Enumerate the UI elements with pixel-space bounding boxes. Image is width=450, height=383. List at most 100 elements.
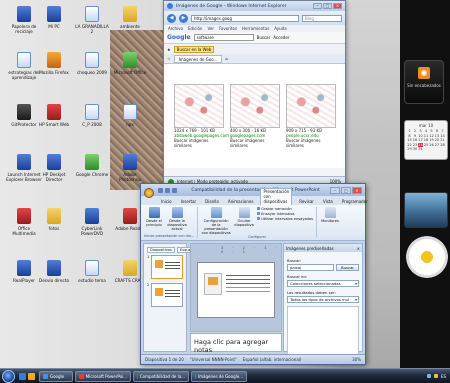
minimize-button[interactable]: – [313, 3, 322, 9]
office-button[interactable] [144, 187, 154, 198]
language[interactable]: Español (alfab. internacional) [243, 357, 302, 362]
desktop-icon[interactable]: Mi PC [36, 6, 72, 29]
flower-gadget[interactable] [406, 236, 448, 278]
google-search-input[interactable]: software [193, 34, 254, 41]
pane-close-icon[interactable]: × [357, 246, 360, 251]
ribbon-tab[interactable]: Animaciones [226, 199, 256, 205]
clipart-search-input[interactable]: paisaj [287, 264, 335, 271]
calendar-day[interactable]: 4 [424, 129, 429, 133]
results-type-select[interactable]: Todos los tipos de archivos mul [287, 296, 359, 303]
desktop-icon[interactable]: fotos [36, 208, 72, 231]
google-signin-button[interactable]: Acceder [273, 35, 289, 40]
image-thumbnail[interactable] [286, 84, 336, 128]
desktop-icon[interactable]: Microsoft Office [112, 52, 148, 75]
save-icon[interactable] [158, 187, 163, 193]
ppt-maximize-button[interactable]: □ [341, 186, 351, 194]
image-thumbnail[interactable] [174, 84, 224, 128]
menu-ayuda[interactable]: Ayuda [274, 25, 286, 32]
network-icon[interactable] [426, 374, 431, 378]
calendar-day[interactable]: 3 [418, 129, 423, 133]
calendar-day[interactable]: 28 [440, 143, 445, 147]
tab-slides[interactable]: Diapositivas [147, 247, 175, 253]
desktop-icon[interactable]: Adobe Photoshop [112, 154, 148, 182]
search-web-button[interactable]: Buscar en la Web [173, 45, 215, 53]
menu-favoritos[interactable]: Favoritos [219, 25, 237, 32]
ie-quicklaunch-icon[interactable] [28, 372, 35, 380]
search-box[interactable]: Bing [302, 14, 342, 22]
calendar-day[interactable]: 29 [407, 147, 412, 151]
calendar-day[interactable]: 22 [407, 143, 412, 147]
ribbon-tab[interactable]: Vista [321, 199, 335, 205]
calendar-day[interactable]: 30 [413, 147, 418, 151]
slide-image[interactable] [204, 272, 222, 295]
star-icon[interactable]: ★ [167, 47, 171, 52]
ribbon-tab[interactable]: Diseño [203, 199, 221, 205]
calendar-day[interactable]: 16 [413, 138, 418, 142]
menu-edicion[interactable]: Edición [188, 25, 202, 32]
menu-herramientas[interactable]: Herramientas [242, 25, 269, 32]
image-thumbnail[interactable] [230, 84, 280, 128]
hide-slide-button[interactable]: Ocultar diapositiva [234, 207, 254, 227]
ppt-titlebar[interactable]: Compatibilidad de la presentación - Micr… [141, 184, 365, 198]
calendar-day[interactable]: 23 [413, 143, 418, 147]
desktop-icon[interactable]: estudio tema [74, 260, 110, 283]
volume-icon[interactable] [433, 374, 438, 378]
powerpoint-window[interactable]: Compatibilidad de la presentación - Micr… [140, 183, 368, 365]
ppt-zoom[interactable]: 30% [352, 357, 361, 362]
use-timings-checkbox[interactable]: Utilizar intervalos ensayados [257, 217, 313, 221]
from-beginning-button[interactable]: Desde el principio [144, 207, 164, 227]
calendar-day[interactable]: 20 [435, 138, 440, 142]
ie-window[interactable]: Imágenes de Google - Windows Internet Ex… [163, 0, 346, 187]
google-search-button[interactable]: Buscar [257, 35, 271, 40]
calendar-day[interactable]: 25 [424, 143, 429, 147]
menu-archivo[interactable]: Archivo [168, 25, 183, 32]
record-narration-button[interactable]: Grabar narración [257, 207, 313, 211]
desktop-icon[interactable]: CyberLink PowerDVD [74, 208, 110, 236]
undo-icon[interactable] [165, 187, 170, 193]
taskbar-button[interactable]: Microsoft PowerPoi... [75, 370, 131, 382]
notes-area[interactable]: Haga clic para agregar notas [190, 333, 282, 354]
taskbar-button[interactable]: Google [39, 370, 73, 382]
calendar-day[interactable]: 6 [435, 129, 440, 133]
calendar-day[interactable]: 19 [429, 138, 434, 142]
calendar-day[interactable]: 24 [418, 142, 423, 147]
from-current-slide-button[interactable]: Desde la diapositiva actual [167, 207, 187, 231]
menu-ver[interactable]: Ver [207, 25, 214, 32]
home-icon[interactable]: ⌂ [225, 56, 228, 61]
current-slide[interactable] [197, 261, 275, 318]
calendar-day[interactable]: 11 [424, 134, 429, 138]
calendar-day[interactable]: 17 [418, 138, 423, 142]
calendar-day[interactable]: 2 [413, 129, 418, 133]
show-desktop-icon[interactable] [19, 372, 26, 380]
image-result[interactable]: 909 x 715 - 93 KB people.ucsc.edu Buscar i… [286, 84, 336, 148]
taskbar-button[interactable]: Compatibilidad de la... [133, 370, 189, 382]
address-bar[interactable]: http://images.goog [191, 14, 299, 22]
slide-thumbnail[interactable]: 2 [147, 283, 183, 307]
calendar-day[interactable]: 1 [407, 129, 412, 133]
calendar-day[interactable]: 15 [407, 138, 412, 142]
calendar-day[interactable]: 14 [440, 134, 445, 138]
similar-images-link[interactable]: Buscar imágenes similares [230, 138, 280, 148]
slide-editor[interactable]: 3 · 2 · 1 · 0 · 1 [190, 243, 282, 332]
start-button[interactable] [2, 369, 15, 383]
close-button[interactable]: × [333, 3, 342, 9]
rss-gadget[interactable]: ◉ Sin encabezados [404, 60, 444, 104]
desktop-icon[interactable]: C_P 2008 [74, 104, 110, 127]
monitors-button[interactable]: Monitores [320, 207, 340, 223]
ie-titlebar[interactable]: Imágenes de Google - Windows Internet Ex… [164, 1, 345, 11]
favorites-star-icon[interactable]: ☆ [167, 56, 171, 61]
ribbon-tab[interactable]: Insertar [179, 199, 199, 205]
calendar-day[interactable]: 10 [418, 134, 423, 138]
ribbon-tab[interactable]: Presentación con diapositivas [260, 188, 293, 205]
calendar-day[interactable]: 18 [424, 138, 429, 142]
desktop-icon[interactable]: Google Chrome [74, 154, 110, 177]
desktop-icon[interactable]: chequeo 2009 [74, 52, 110, 75]
desktop-icon[interactable]: HP Deskjet Director [36, 154, 72, 182]
redo-icon[interactable] [172, 187, 177, 193]
calendar-day[interactable]: 5 [429, 129, 434, 133]
ppt-minimize-button[interactable]: – [330, 186, 340, 194]
calendar-day[interactable]: 9 [413, 134, 418, 138]
taskbar-button[interactable]: Imágenes de Google... [191, 370, 247, 382]
desktop-icon[interactable]: Mozilla Firefox [36, 52, 72, 75]
search-in-select[interactable]: Colecciones seleccionadas [287, 280, 359, 287]
